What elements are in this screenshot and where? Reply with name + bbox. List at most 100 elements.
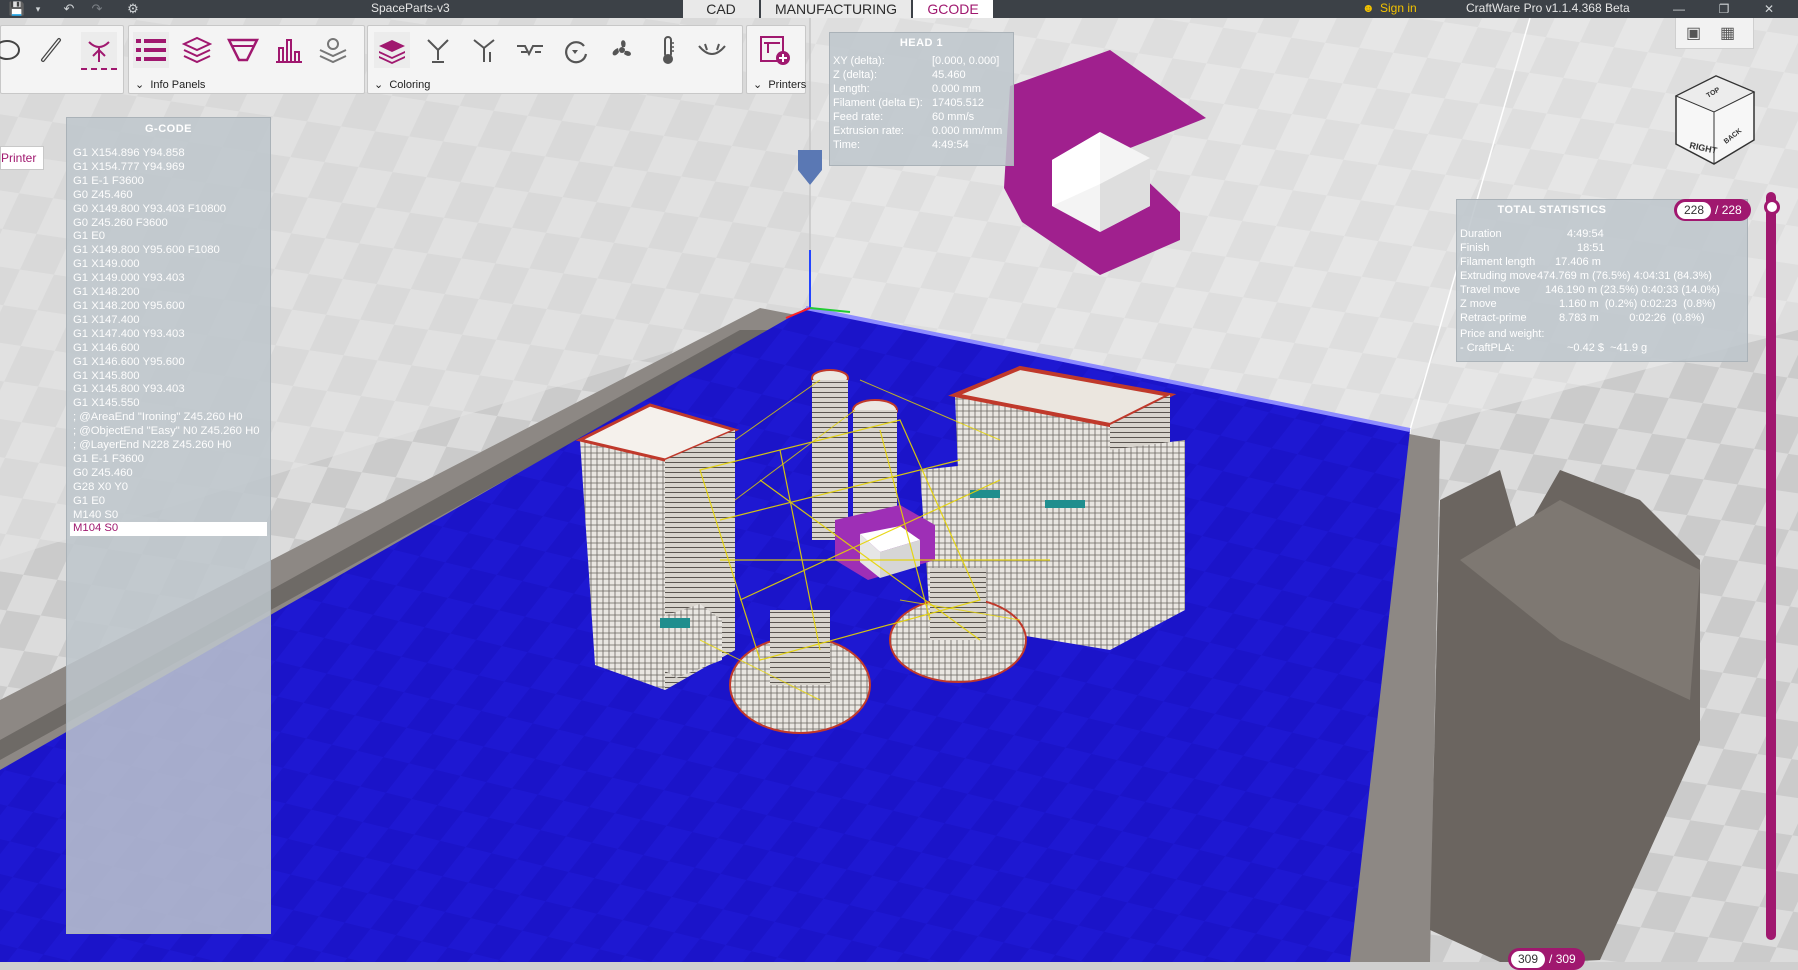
head-row: XY (delta): [0.000, 0.000] (830, 55, 1013, 69)
settings-view-icon[interactable]: ▦ (1720, 23, 1735, 43)
printer-side-tab[interactable]: Printer (0, 146, 44, 170)
save-icon[interactable]: 💾 (6, 0, 28, 18)
head-row: Time: 4:49:54 (830, 139, 1013, 153)
gcode-line[interactable]: G1 E-1 F3600 (70, 175, 267, 189)
chevron-down-icon: ⌄ (374, 79, 384, 91)
gcode-line[interactable]: G0 Z45.260 F3600 (70, 217, 267, 231)
tab-cad[interactable]: CAD (683, 0, 759, 18)
fan-icon[interactable] (604, 32, 640, 68)
gcode-line[interactable]: G1 X149.000 (70, 258, 267, 272)
coloring-dropdown[interactable]: ⌄ Coloring (374, 78, 430, 91)
gcode-line[interactable]: G1 X145.800 (70, 370, 267, 384)
restore-icon[interactable]: ❐ (1707, 0, 1741, 18)
bottom-layer-input[interactable]: 309 (1511, 951, 1546, 968)
app-title: CraftWare Pro v1.1.4.368 Beta (1466, 1, 1630, 15)
save-dropdown-icon[interactable]: ▾ (32, 0, 44, 18)
gcode-line[interactable]: G1 E-1 F3600 (70, 453, 267, 467)
gcode-line[interactable]: G1 X154.896 Y94.858 (70, 147, 267, 161)
undo-icon[interactable]: ↶ (58, 0, 80, 18)
top-layer-indicator[interactable]: 228/ 228 (1674, 199, 1751, 221)
bottom-layer-total: / 309 (1549, 952, 1576, 966)
head-row-value: 4:49:54 (932, 139, 969, 151)
gcode-line[interactable]: G0 Z45.460 (70, 467, 267, 481)
gcode-line[interactable]: G1 X149.000 Y93.403 (70, 272, 267, 286)
gcode-line[interactable]: G1 X145.800 Y93.403 (70, 383, 267, 397)
duration-label: Duration (1460, 228, 1502, 240)
close-icon[interactable]: ✕ (1752, 0, 1786, 18)
head-row-label: Z (delta): (833, 69, 878, 81)
bowl-panel-icon[interactable] (225, 32, 261, 68)
finish-label: Finish (1460, 242, 1490, 254)
filament-length-value: 17.406 m (1555, 256, 1601, 268)
head-row: Filament (delta E): 17405.512 (830, 97, 1013, 111)
chevron-down-icon: ⌄ (753, 79, 763, 91)
chart-panel-icon[interactable] (271, 32, 307, 68)
view-tools: ▣ ▦ (1675, 18, 1754, 49)
pen-tool-icon[interactable] (33, 32, 69, 68)
gcode-line[interactable]: M140 S0 (70, 509, 267, 523)
view-cube[interactable]: RIGHT BACK TOP (1666, 68, 1760, 172)
stack-panel-icon[interactable] (315, 32, 351, 68)
gcode-line[interactable]: ; @ObjectEnd "Easy" N0 Z45.260 H0 (70, 425, 267, 439)
filament-length-label: Filament length (1460, 256, 1536, 268)
camera-icon[interactable]: ▣ (1686, 23, 1701, 43)
gcode-line[interactable]: G1 X149.800 Y95.600 F1080 (70, 244, 267, 258)
ribbon-tools (0, 25, 124, 94)
gear-icon[interactable]: ⚙ (122, 0, 144, 18)
gcode-line[interactable]: G1 X148.200 (70, 286, 267, 300)
info-panels-dropdown[interactable]: ⌄ Info Panels (135, 78, 205, 91)
gcode-line[interactable]: G28 X0 Y0 (70, 481, 267, 495)
list-view-icon[interactable] (133, 32, 169, 68)
feature-coloring-icon[interactable] (512, 32, 548, 68)
sign-in-link[interactable]: Sign in (1380, 1, 1417, 15)
gcode-line[interactable]: G1 X147.400 (70, 314, 267, 328)
loop-tool-icon[interactable] (0, 32, 29, 68)
bottom-layer-indicator[interactable]: 309/ 309 (1508, 948, 1585, 970)
gcode-line[interactable]: G1 X145.550 (70, 397, 267, 411)
support-tool-icon[interactable] (81, 32, 117, 70)
finish-value: 18:51 (1577, 242, 1605, 254)
top-layer-input[interactable]: 228 (1677, 202, 1712, 219)
thermometer-icon[interactable] (650, 32, 686, 68)
gcode-line[interactable]: ; @AreaEnd "Ironing" Z45.260 H0 (70, 411, 267, 425)
gcode-line[interactable]: ; @LayerEnd N228 Z45.260 H0 (70, 439, 267, 453)
add-printer-icon[interactable] (757, 32, 793, 68)
nozzle-coloring-icon[interactable] (420, 32, 456, 68)
head-row: Z (delta): 45.460 (830, 69, 1013, 83)
layer-coloring-icon[interactable] (374, 32, 410, 68)
gcode-line[interactable]: G1 X154.777 Y94.969 (70, 161, 267, 175)
retract-coloring-icon[interactable] (694, 32, 730, 68)
chevron-down-icon: ⌄ (135, 79, 145, 91)
gcode-line[interactable]: G1 X148.200 Y95.600 (70, 300, 267, 314)
head-row: Extrusion rate: 0.000 mm/mm (830, 125, 1013, 139)
head-row-value: 45.460 (932, 69, 966, 81)
gcode-line[interactable]: G1 X146.600 Y95.600 (70, 356, 267, 370)
speed-coloring-icon[interactable] (466, 32, 502, 68)
document-title: SpaceParts-v3 (371, 1, 450, 15)
statistics-panel: TOTAL STATISTICS Duration 4:49:54 Finish… (1456, 199, 1748, 362)
gcode-line[interactable]: G1 X147.400 Y93.403 (70, 328, 267, 342)
head-row-value: 17405.512 (932, 97, 984, 109)
layer-slider-track[interactable] (1766, 192, 1776, 940)
gcode-line[interactable]: G1 E0 (70, 495, 267, 509)
gcode-line[interactable]: G0 Z45.460 (70, 189, 267, 203)
gcode-line[interactable]: M104 S0 (70, 522, 267, 537)
tab-manufacturing[interactable]: MANUFACTURING (761, 0, 911, 18)
head-header: HEAD 1 (899, 37, 944, 49)
user-icon[interactable]: ☻ (1362, 1, 1375, 15)
extruding-move-label: Extruding move (1460, 270, 1537, 282)
printers-dropdown[interactable]: ⌄ Printers (753, 78, 806, 91)
layer-slider-handle[interactable] (1764, 199, 1780, 215)
tab-gcode[interactable]: GCODE (913, 0, 993, 18)
gcode-line[interactable]: G1 E0 (70, 230, 267, 244)
gcode-panel[interactable]: G-CODE G1 X154.896 Y94.858 G1 X154.777 Y9… (66, 117, 271, 934)
head-row-label: Feed rate: (833, 111, 884, 123)
gcode-line[interactable]: G1 X146.600 (70, 342, 267, 356)
gcode-line[interactable]: G0 X149.800 Y93.403 F10800 (70, 203, 267, 217)
layers-panel-icon[interactable] (179, 32, 215, 68)
head-row: Length: 0.000 mm (830, 83, 1013, 97)
head-row-value: [0.000, 0.000] (932, 55, 1000, 67)
redo-icon[interactable]: ↷ (86, 0, 108, 18)
minimize-icon[interactable]: — (1662, 0, 1696, 18)
rotate-coloring-icon[interactable] (558, 32, 594, 68)
